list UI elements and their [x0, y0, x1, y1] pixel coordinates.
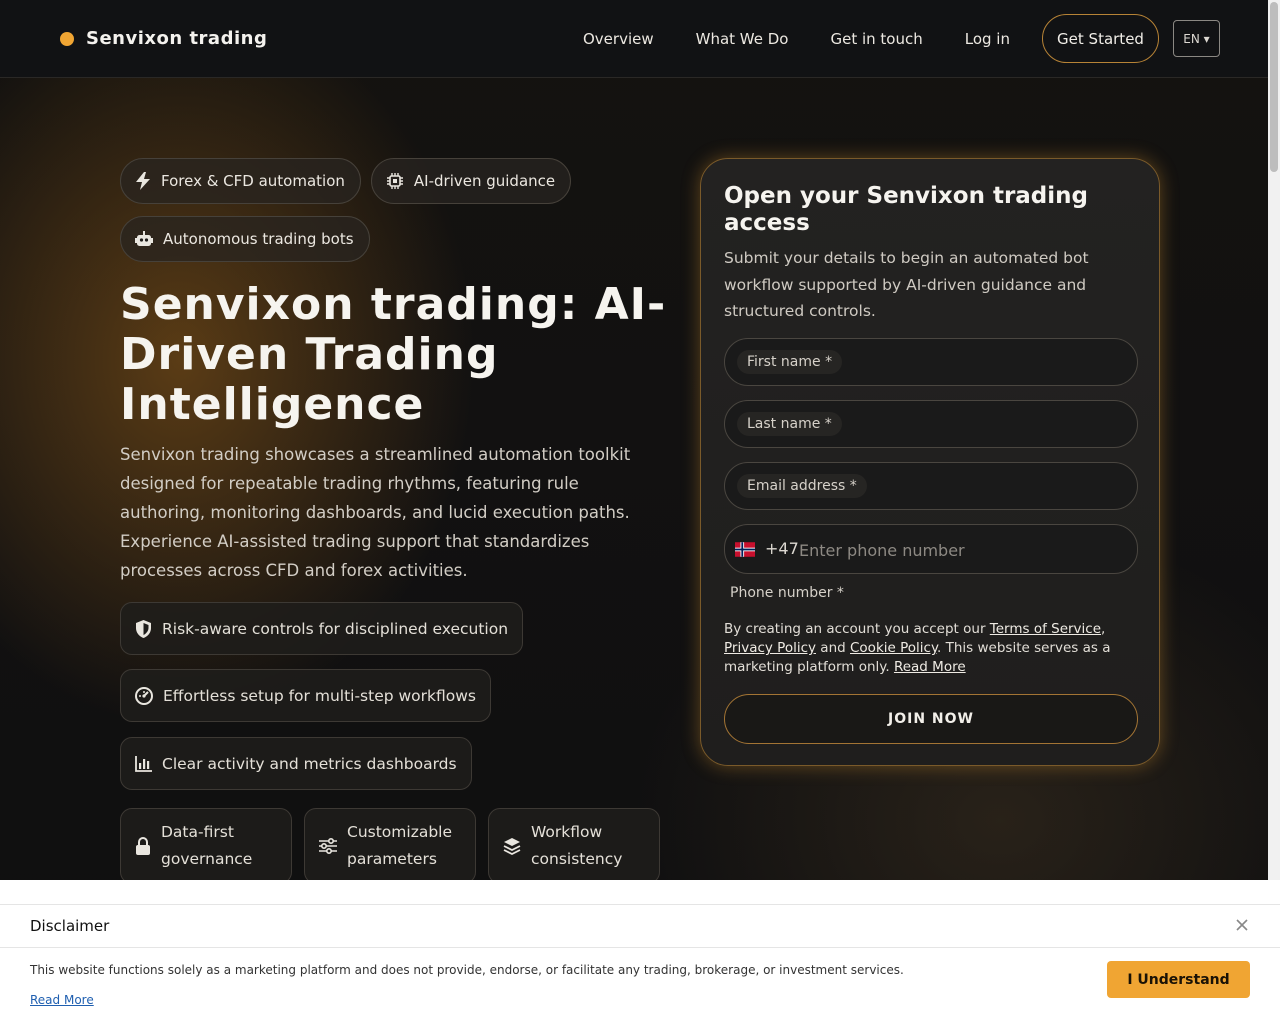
email-label: Email address *: [737, 474, 867, 498]
nav-overview[interactable]: Overview: [583, 30, 654, 48]
bolt-icon: [136, 172, 150, 190]
mini-parameters: Customizable parameters: [304, 808, 476, 884]
read-more-link[interactable]: Read More: [894, 659, 966, 675]
first-name-label: First name *: [737, 350, 843, 374]
norway-flag-icon[interactable]: [735, 542, 755, 557]
mini-workflow: Workflow consistency: [488, 808, 660, 884]
terms-and: and: [816, 640, 850, 656]
feature-risk: Risk-aware controls for disciplined exec…: [120, 602, 524, 655]
disclaimer-banner: Disclaimer This website functions solely…: [0, 880, 1280, 1024]
brand-name: Senvixon trading: [86, 28, 268, 49]
phone-label: Phone number *: [730, 585, 844, 601]
get-started-button[interactable]: Get Started: [1042, 14, 1159, 63]
chip-icon: [386, 173, 403, 189]
mini-governance: Data-first governance: [120, 808, 292, 884]
hero-description: Senvixon trading showcases a streamlined…: [120, 445, 631, 580]
chip-ai: AI-driven guidance: [370, 158, 572, 204]
chip-forex: Forex & CFD automation: [120, 158, 361, 204]
brand-logo[interactable]: Senvixon trading: [60, 28, 267, 49]
email-field[interactable]: Email address *: [724, 462, 1138, 510]
language-select[interactable]: EN ▾: [1173, 20, 1220, 57]
bar-chart-icon: [135, 755, 152, 772]
i-understand-button[interactable]: I Understand: [1107, 961, 1250, 998]
cookie-link[interactable]: Cookie Policy: [850, 640, 937, 656]
phone-country-code[interactable]: +47: [765, 539, 799, 558]
privacy-link[interactable]: Privacy Policy: [724, 640, 816, 656]
lock-icon: [136, 837, 150, 855]
form-title: Open your Senvixon trading access: [724, 183, 1088, 236]
last-name-field[interactable]: Last name *: [724, 400, 1138, 448]
tag-chips: Forex & CFD automation AI-driven guidanc…: [120, 158, 660, 262]
terms-prefix: By creating an account you accept our: [724, 621, 990, 637]
brand-dot-icon: [60, 31, 74, 46]
chip-bots: Autonomous trading bots: [120, 216, 370, 262]
terms-separator: ,: [1101, 621, 1106, 637]
nav-what-we-do[interactable]: What We Do: [696, 30, 789, 48]
disclaimer-header: Disclaimer: [0, 904, 1280, 948]
chip-label: AI-driven guidance: [413, 172, 556, 190]
sliders-icon: [319, 838, 337, 854]
main-nav: Overview What We Do Get in touch Log in: [583, 0, 1052, 78]
form-subtitle: Submit your details to begin an automate…: [724, 249, 1089, 320]
page-background: Senvixon trading Overview What We Do Get…: [0, 0, 1268, 1024]
disclaimer-read-more-link[interactable]: Read More: [30, 993, 94, 1007]
feature-setup: Effortless setup for multi-step workflow…: [120, 669, 492, 722]
close-icon[interactable]: [1234, 917, 1250, 933]
disclaimer-title: Disclaimer: [30, 917, 110, 935]
page-scrollbar[interactable]: [1268, 0, 1280, 880]
scrollbar-thumb[interactable]: [1270, 2, 1278, 172]
robot-icon: [135, 231, 153, 246]
last-name-label: Last name *: [737, 412, 842, 436]
disclaimer-text: This website functions solely as a marke…: [30, 963, 904, 977]
shield-icon: [136, 619, 151, 638]
gauge-icon: [135, 686, 153, 705]
site-header: Senvixon trading Overview What We Do Get…: [0, 0, 1268, 78]
terms-link[interactable]: Terms of Service: [990, 621, 1101, 637]
feature-label: Effortless setup for multi-step workflow…: [163, 686, 477, 705]
mini-label: Workflow consistency: [531, 823, 623, 868]
first-name-field[interactable]: First name *: [724, 338, 1138, 386]
mini-label: Customizable parameters: [347, 823, 453, 868]
hero-title: Senvixon trading: AI-Driven Trading Inte…: [120, 279, 667, 430]
layers-icon: [503, 838, 521, 855]
nav-get-in-touch[interactable]: Get in touch: [830, 30, 922, 48]
join-now-button[interactable]: JOIN NOW: [724, 694, 1138, 744]
feature-label: Risk-aware controls for disciplined exec…: [162, 619, 509, 638]
chip-label: Forex & CFD automation: [161, 172, 345, 190]
phone-input[interactable]: [799, 538, 1119, 562]
phone-field: +47: [724, 524, 1138, 574]
nav-log-in[interactable]: Log in: [965, 30, 1010, 48]
terms-text: By creating an account you accept our Te…: [724, 620, 1142, 677]
signup-form-card: Open your Senvixon trading access Submit…: [700, 158, 1160, 766]
feature-label: Clear activity and metrics dashboards: [162, 754, 457, 773]
mini-label: Data-first governance: [161, 823, 253, 868]
chip-label: Autonomous trading bots: [163, 230, 354, 248]
feature-dashboards: Clear activity and metrics dashboards: [120, 737, 472, 790]
